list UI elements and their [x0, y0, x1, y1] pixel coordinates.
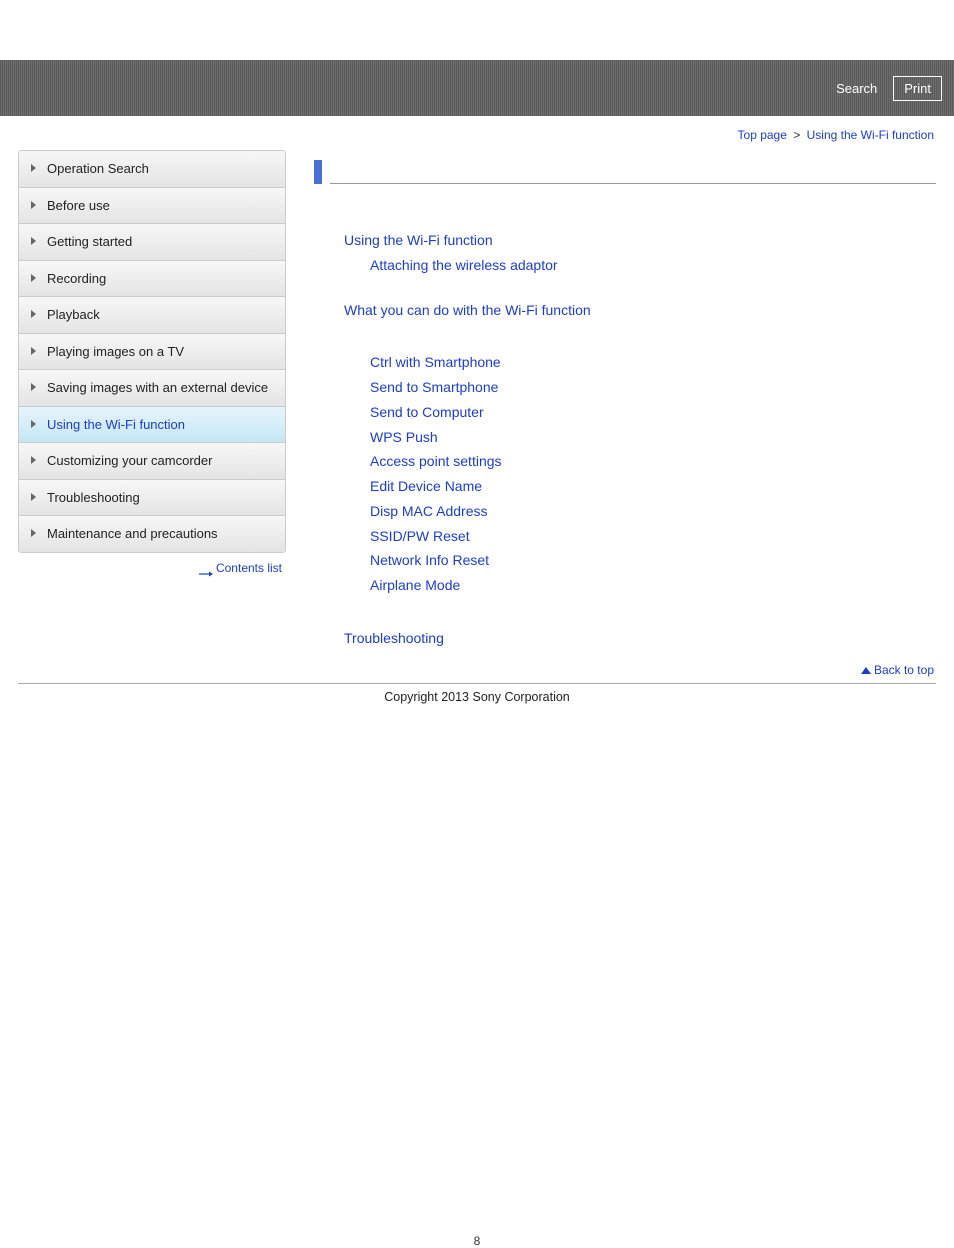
copyright-text: Copyright 2013 Sony Corporation	[0, 684, 954, 734]
sidebar-item-4[interactable]: Playback	[19, 297, 285, 334]
chevron-right-icon	[31, 310, 36, 318]
link-g2-0[interactable]: What you can do with the Wi-Fi function	[344, 298, 591, 323]
contents-list-link[interactable]: Contents list	[216, 561, 282, 575]
link-g3-8[interactable]: Network Info Reset	[370, 548, 489, 573]
chevron-right-icon	[31, 529, 36, 537]
contents-list-row: Contents list	[18, 553, 286, 575]
sidebar-item-8[interactable]: Customizing your camcorder	[19, 443, 285, 480]
sidebar-item-5[interactable]: Playing images on a TV	[19, 334, 285, 371]
breadcrumb-separator: >	[793, 128, 800, 142]
sidebar: Operation Search Before use Getting starte…	[18, 150, 286, 553]
heading-accent-bar	[314, 160, 322, 184]
sidebar-item-label: Operation Search	[47, 161, 149, 176]
breadcrumb-top-link[interactable]: Top page	[738, 128, 787, 142]
sidebar-item-label: Saving images with an external device	[47, 380, 268, 395]
sidebar-item-label: Using the Wi-Fi function	[47, 417, 185, 432]
sidebar-item-6[interactable]: Saving images with an external device	[19, 370, 285, 407]
sidebar-item-label: Before use	[47, 198, 110, 213]
arrow-right-icon	[199, 566, 213, 572]
heading-underline	[330, 160, 936, 184]
chevron-right-icon	[31, 347, 36, 355]
breadcrumb-current: Using the Wi-Fi function	[807, 128, 934, 142]
main-content: Using the Wi-Fi function Attaching the w…	[286, 150, 936, 659]
sidebar-item-label: Getting started	[47, 234, 132, 249]
link-g3-3[interactable]: WPS Push	[370, 425, 438, 450]
chevron-right-icon	[31, 237, 36, 245]
back-to-top-row: Back to top	[0, 659, 954, 683]
link-g3-1[interactable]: Send to Smartphone	[370, 375, 498, 400]
link-g3-4[interactable]: Access point settings	[370, 449, 502, 474]
link-g4-0[interactable]: Troubleshooting	[344, 626, 444, 651]
chevron-right-icon	[31, 383, 36, 391]
back-to-top-link[interactable]: Back to top	[874, 663, 934, 677]
sidebar-item-label: Customizing your camcorder	[47, 453, 212, 468]
link-g3-9[interactable]: Airplane Mode	[370, 573, 460, 598]
link-g3-0[interactable]: Ctrl with Smartphone	[370, 350, 501, 375]
chevron-right-icon	[31, 201, 36, 209]
sidebar-item-label: Recording	[47, 271, 106, 286]
sidebar-item-7[interactable]: Using the Wi-Fi function	[19, 407, 285, 444]
search-button[interactable]: Search	[826, 77, 887, 100]
sidebar-item-3[interactable]: Recording	[19, 261, 285, 298]
link-g3-7[interactable]: SSID/PW Reset	[370, 524, 470, 549]
link-g1-0[interactable]: Attaching the wireless adaptor	[370, 253, 558, 278]
link-g3-5[interactable]: Edit Device Name	[370, 474, 482, 499]
sidebar-item-1[interactable]: Before use	[19, 188, 285, 225]
chevron-right-icon	[31, 274, 36, 282]
triangle-up-icon	[861, 667, 871, 674]
sidebar-item-0[interactable]: Operation Search	[19, 151, 285, 188]
print-button[interactable]: Print	[893, 76, 942, 101]
sidebar-item-label: Playing images on a TV	[47, 344, 184, 359]
breadcrumb: Top page > Using the Wi-Fi function	[0, 116, 954, 150]
chevron-right-icon	[31, 493, 36, 501]
sidebar-item-10[interactable]: Maintenance and precautions	[19, 516, 285, 552]
sidebar-item-2[interactable]: Getting started	[19, 224, 285, 261]
page-number: 8	[0, 734, 954, 1248]
sidebar-item-label: Maintenance and precautions	[47, 526, 218, 541]
chevron-right-icon	[31, 420, 36, 428]
header-bar: Search Print	[0, 60, 954, 116]
sidebar-item-9[interactable]: Troubleshooting	[19, 480, 285, 517]
link-g3-6[interactable]: Disp MAC Address	[370, 499, 487, 524]
chevron-right-icon	[31, 456, 36, 464]
link-g3-2[interactable]: Send to Computer	[370, 400, 484, 425]
sidebar-item-label: Playback	[47, 307, 100, 322]
link-section-title[interactable]: Using the Wi-Fi function	[344, 228, 493, 253]
chevron-right-icon	[31, 164, 36, 172]
sidebar-item-label: Troubleshooting	[47, 490, 140, 505]
